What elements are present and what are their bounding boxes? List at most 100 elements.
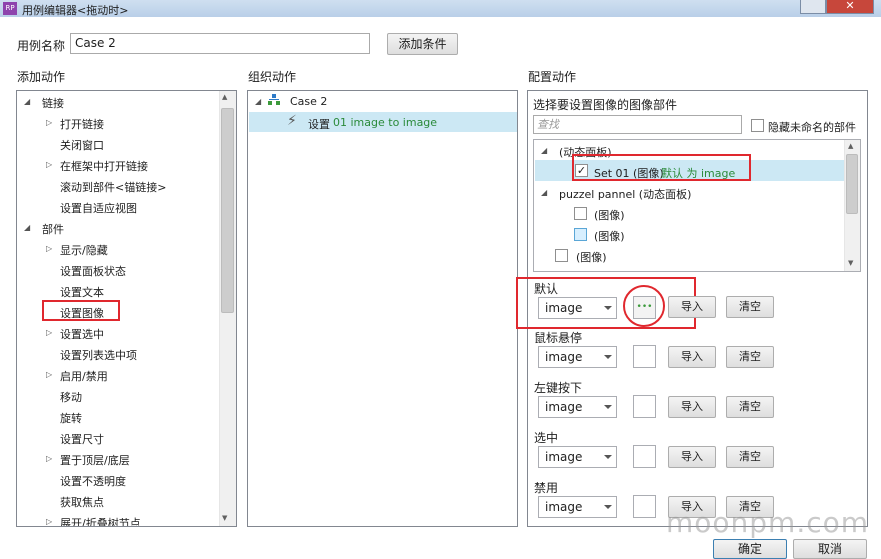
close-button[interactable]: ✕ <box>826 0 874 14</box>
case-node[interactable]: Case 2 <box>290 95 327 108</box>
select-value: image <box>545 450 583 464</box>
state-hover-select[interactable]: image <box>538 346 617 368</box>
select-value: image <box>545 301 583 315</box>
import-button-mousedown[interactable]: 导入 <box>668 396 716 418</box>
tree-item-enable-disable[interactable]: 启用/禁用 <box>60 368 108 384</box>
cancel-button[interactable]: 取消 <box>793 539 867 559</box>
import-button-selected[interactable]: 导入 <box>668 446 716 468</box>
expanded-arrow-icon[interactable]: ◢ <box>255 97 261 106</box>
image-item[interactable]: (图像) <box>594 207 625 223</box>
state-hover-label: 鼠标悬停 <box>534 331 583 345</box>
add-actions-heading: 添加动作 <box>17 70 66 84</box>
search-input[interactable]: 查找 <box>533 115 742 134</box>
select-value: image <box>545 500 583 514</box>
tree-item-set-list-item[interactable]: 设置列表选中项 <box>60 347 137 363</box>
image-thumbnail[interactable] <box>633 445 656 468</box>
tree-item-open-in-frame[interactable]: 在框架中打开链接 <box>60 158 148 174</box>
state-selected-select[interactable]: image <box>538 446 617 468</box>
watermark: moonpm.com <box>666 506 870 539</box>
state-mousedown-select[interactable]: image <box>538 396 617 418</box>
tree-item-set-image[interactable]: 设置图像 <box>60 305 104 321</box>
expanded-arrow-icon[interactable]: ◢ <box>541 146 547 155</box>
dropdown-arrow-icon <box>604 306 612 310</box>
tree-item-move[interactable]: 移动 <box>60 389 82 405</box>
image-item[interactable]: (图像) <box>594 228 625 244</box>
expanded-arrow-icon[interactable]: ◢ <box>24 97 30 106</box>
ok-button[interactable]: 确定 <box>713 539 787 559</box>
tree-item-scroll-to[interactable]: 滚动到部件<锚链接> <box>60 179 166 195</box>
collapsed-arrow-icon[interactable]: ▷ <box>46 328 52 337</box>
clear-button-hover[interactable]: 清空 <box>726 346 774 368</box>
clear-button-default[interactable]: 清空 <box>726 296 774 318</box>
dropdown-arrow-icon <box>604 405 612 409</box>
tree-item-close-window[interactable]: 关闭窗口 <box>60 137 104 153</box>
image-thumbnail[interactable] <box>633 345 656 368</box>
state-mousedown-label: 左键按下 <box>534 381 583 395</box>
tree-item-focus[interactable]: 获取焦点 <box>60 494 104 510</box>
collapsed-arrow-icon[interactable]: ▷ <box>46 517 52 526</box>
highlight-box <box>572 154 751 181</box>
select-widget-label: 选择要设置图像的图像部件 <box>533 98 678 112</box>
image-thumbnail[interactable]: ••• <box>633 296 656 319</box>
tree-group-link[interactable]: 链接 <box>42 95 64 111</box>
configure-actions-heading: 配置动作 <box>528 70 577 84</box>
hide-unnamed-label: 隐藏未命名的部件 <box>768 121 856 134</box>
close-icon: ✕ <box>845 0 855 12</box>
collapsed-arrow-icon[interactable]: ▷ <box>46 244 52 253</box>
scroll-up-icon[interactable]: ▲ <box>222 93 227 101</box>
state-default-label: 默认 <box>534 282 559 296</box>
state-selected-label: 选中 <box>534 431 559 445</box>
import-button-hover[interactable]: 导入 <box>668 346 716 368</box>
checkbox[interactable] <box>574 207 587 220</box>
tree-item-open-link[interactable]: 打开链接 <box>60 116 104 132</box>
tree-scroll-thumb[interactable] <box>221 108 234 313</box>
tree-item-set-adaptive[interactable]: 设置自适应视图 <box>60 200 137 216</box>
add-condition-button[interactable]: 添加条件 <box>387 33 458 55</box>
dropdown-arrow-icon <box>604 455 612 459</box>
scroll-down-icon[interactable]: ▼ <box>222 514 227 522</box>
case-icon <box>268 94 280 105</box>
window-title: 用例编辑器<拖动时> <box>22 4 129 17</box>
collapsed-arrow-icon[interactable]: ▷ <box>46 454 52 463</box>
scroll-up-icon[interactable]: ▲ <box>848 142 853 150</box>
tree-item-set-panel-state[interactable]: 设置面板状态 <box>60 263 126 279</box>
select-value: image <box>545 350 583 364</box>
organize-actions-heading: 组织动作 <box>248 70 297 84</box>
state-default-select[interactable]: image <box>538 297 617 319</box>
scroll-down-icon[interactable]: ▼ <box>848 259 853 267</box>
tree-item-expand-tree[interactable]: 展开/折叠树节点 <box>60 515 141 526</box>
state-disabled-label: 禁用 <box>534 481 559 495</box>
tree-group-widget[interactable]: 部件 <box>42 221 64 237</box>
node-puzzel-pannel[interactable]: puzzel pannel (动态面板) <box>559 186 691 202</box>
image-item[interactable]: (图像) <box>576 249 607 265</box>
action-detail: 01 image to image <box>333 116 438 129</box>
tree-item-set-opacity[interactable]: 设置不透明度 <box>60 473 126 489</box>
image-placeholder-icon: ••• <box>636 302 653 312</box>
expanded-arrow-icon[interactable]: ◢ <box>541 188 547 197</box>
collapsed-arrow-icon[interactable]: ▷ <box>46 370 52 379</box>
hide-unnamed-checkbox[interactable] <box>751 119 764 132</box>
collapsed-arrow-icon[interactable]: ▷ <box>46 118 52 127</box>
dropdown-arrow-icon <box>604 505 612 509</box>
minimize-button[interactable] <box>800 0 826 14</box>
widget-tree-scroll-thumb[interactable] <box>846 154 858 214</box>
checkbox[interactable] <box>555 249 568 262</box>
tree-item-set-size[interactable]: 设置尺寸 <box>60 431 104 447</box>
checkbox[interactable] <box>574 228 587 241</box>
dropdown-arrow-icon <box>604 355 612 359</box>
image-thumbnail[interactable] <box>633 495 656 518</box>
lightning-icon: ⚡ <box>287 113 297 129</box>
collapsed-arrow-icon[interactable]: ▷ <box>46 160 52 169</box>
expanded-arrow-icon[interactable]: ◢ <box>24 223 30 232</box>
tree-item-set-text[interactable]: 设置文本 <box>60 284 104 300</box>
clear-button-mousedown[interactable]: 清空 <box>726 396 774 418</box>
clear-button-selected[interactable]: 清空 <box>726 446 774 468</box>
state-disabled-select[interactable]: image <box>538 496 617 518</box>
tree-item-set-selected[interactable]: 设置选中 <box>60 326 104 342</box>
image-thumbnail[interactable] <box>633 395 656 418</box>
tree-item-bring-front[interactable]: 置于顶层/底层 <box>60 452 130 468</box>
case-name-input[interactable]: Case 2 <box>70 33 370 54</box>
tree-item-rotate[interactable]: 旋转 <box>60 410 82 426</box>
import-button-default[interactable]: 导入 <box>668 296 716 318</box>
tree-item-show-hide[interactable]: 显示/隐藏 <box>60 242 108 258</box>
